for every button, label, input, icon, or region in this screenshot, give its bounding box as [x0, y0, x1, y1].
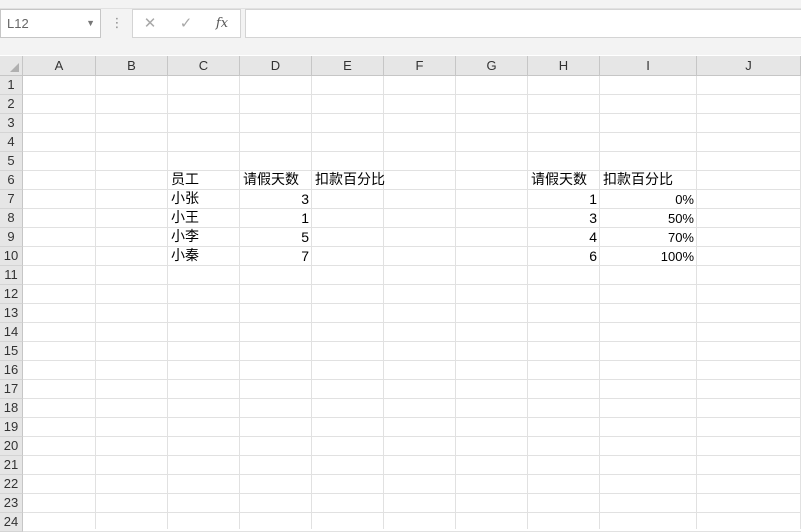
cell-I7[interactable]: 0% — [600, 190, 697, 209]
cell-I8[interactable]: 50% — [600, 209, 697, 228]
row-header-18[interactable]: 18 — [0, 399, 23, 418]
more-options-icon[interactable]: ⋮ — [110, 14, 124, 34]
row-header-23[interactable]: 23 — [0, 494, 23, 513]
worksheet-grid[interactable]: A B C D E F G H I J 1 2 3 4 5 6 7 8 9 10 11 12 13 14 15 16 17 18 19 2… — [0, 56, 801, 532]
cell-I10[interactable]: 100% — [600, 247, 697, 266]
gridline — [23, 474, 801, 475]
name-box-value: L12 — [7, 16, 29, 31]
row-header-12[interactable]: 12 — [0, 285, 23, 304]
gridline — [23, 512, 801, 513]
gridline — [23, 493, 801, 494]
cell-E6[interactable]: 扣款百分比 — [312, 171, 385, 190]
row-header-6[interactable]: 6 — [0, 171, 23, 190]
row-header-15[interactable]: 15 — [0, 342, 23, 361]
cell-I6[interactable]: 扣款百分比 — [600, 171, 697, 190]
gridline — [23, 360, 801, 361]
column-header-B[interactable]: B — [96, 56, 168, 76]
column-header-J[interactable]: J — [697, 56, 801, 76]
column-header-I[interactable]: I — [600, 56, 697, 76]
row-header-7[interactable]: 7 — [0, 190, 23, 209]
column-header-G[interactable]: G — [456, 56, 528, 76]
formula-buttons: ✕ ✓ fx — [132, 9, 241, 38]
column-header-D[interactable]: D — [240, 56, 312, 76]
gridline — [23, 132, 801, 133]
cell-D8[interactable]: 1 — [240, 209, 312, 228]
column-header-H[interactable]: H — [528, 56, 600, 76]
row-header-8[interactable]: 8 — [0, 209, 23, 228]
cell-I9[interactable]: 70% — [600, 228, 697, 247]
cell-C10[interactable]: 小秦 — [168, 247, 240, 266]
row-header-10[interactable]: 10 — [0, 247, 23, 266]
cell-H6[interactable]: 请假天数 — [528, 171, 600, 190]
row-header-19[interactable]: 19 — [0, 418, 23, 437]
select-all-button[interactable] — [0, 56, 23, 76]
cell-H9[interactable]: 4 — [528, 228, 600, 247]
cell-H10[interactable]: 6 — [528, 247, 600, 266]
gridline — [23, 436, 801, 437]
gridline — [23, 113, 801, 114]
gridline — [23, 379, 801, 380]
cell-H8[interactable]: 3 — [528, 209, 600, 228]
gridline — [23, 94, 801, 95]
row-header-14[interactable]: 14 — [0, 323, 23, 342]
cell-H7[interactable]: 1 — [528, 190, 600, 209]
chevron-down-icon[interactable]: ▼ — [86, 10, 95, 37]
row-header-13[interactable]: 13 — [0, 304, 23, 323]
fx-icon: fx — [215, 16, 229, 31]
name-box[interactable]: L12 ▼ — [0, 9, 101, 38]
row-header-4[interactable]: 4 — [0, 133, 23, 152]
cell-D9[interactable]: 5 — [240, 228, 312, 247]
gridline — [23, 322, 801, 323]
row-header-21[interactable]: 21 — [0, 456, 23, 475]
cell-D7[interactable]: 3 — [240, 190, 312, 209]
cell-D10[interactable]: 7 — [240, 247, 312, 266]
column-header-E[interactable]: E — [312, 56, 384, 76]
column-header-A[interactable]: A — [23, 56, 96, 76]
row-header-17[interactable]: 17 — [0, 380, 23, 399]
cell-C6[interactable]: 员工 — [168, 171, 240, 190]
row-header-16[interactable]: 16 — [0, 361, 23, 380]
close-icon[interactable]: ✕ — [133, 10, 167, 37]
column-header-F[interactable]: F — [384, 56, 456, 76]
cell-C7[interactable]: 小张 — [168, 190, 240, 209]
row-header-2[interactable]: 2 — [0, 95, 23, 114]
gridline — [23, 398, 801, 399]
column-header-C[interactable]: C — [168, 56, 240, 76]
insert-function-button[interactable]: fx — [205, 10, 239, 37]
check-icon[interactable]: ✓ — [169, 10, 203, 37]
gridline — [23, 417, 801, 418]
gridline — [23, 303, 801, 304]
gridline — [23, 284, 801, 285]
row-header-9[interactable]: 9 — [0, 228, 23, 247]
select-all-icon — [10, 63, 19, 72]
row-header-1[interactable]: 1 — [0, 76, 23, 95]
row-header-24[interactable]: 24 — [0, 513, 23, 532]
gridline — [23, 151, 801, 152]
ribbon-strip — [0, 0, 801, 9]
row-header-3[interactable]: 3 — [0, 114, 23, 133]
row-header-11[interactable]: 11 — [0, 266, 23, 285]
cell-C8[interactable]: 小王 — [168, 209, 240, 228]
gridline — [23, 455, 801, 456]
gridline — [23, 341, 801, 342]
formula-input[interactable] — [245, 9, 801, 38]
row-header-20[interactable]: 20 — [0, 437, 23, 456]
row-header-5[interactable]: 5 — [0, 152, 23, 171]
cell-C9[interactable]: 小李 — [168, 228, 240, 247]
cell-D6[interactable]: 请假天数 — [240, 171, 312, 190]
row-header-22[interactable]: 22 — [0, 475, 23, 494]
